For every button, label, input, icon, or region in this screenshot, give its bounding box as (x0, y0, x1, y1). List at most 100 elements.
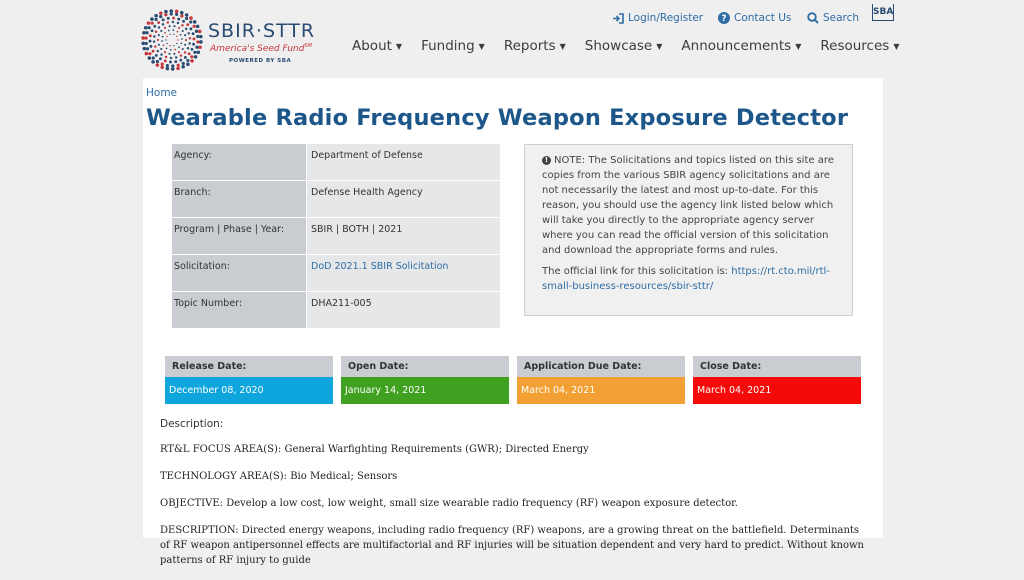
logo-tagline: America's Seed FundSM (210, 43, 312, 54)
logo-dot (193, 55, 198, 59)
sbir-sttr-logo[interactable]: SBIR·STTR America's Seed FundSM POWERED … (140, 9, 330, 71)
logo-dot (176, 63, 180, 67)
logo-dot (197, 29, 202, 34)
logo-dot (141, 36, 145, 40)
logo-dot (192, 20, 197, 24)
info-value: SBIR | BOTH | 2021 (306, 218, 500, 254)
logo-dot (147, 56, 152, 60)
logo-dot (184, 43, 187, 46)
logo-dot (169, 9, 174, 13)
logo-dot (145, 47, 150, 51)
solicitation-link[interactable]: DoD 2021.1 SBIR Solicitation (306, 255, 500, 291)
search-icon (807, 12, 819, 24)
logo-dot (156, 38, 160, 42)
info-row-program: Program | Phase | Year: SBIR | BOTH | 20… (172, 218, 500, 255)
logo-dot (166, 35, 168, 38)
logo-dot (183, 56, 187, 59)
question-circle-icon: ? (718, 12, 730, 24)
logo-dot (194, 29, 199, 33)
logo-dot (166, 16, 170, 20)
logo-dot (144, 41, 148, 46)
nav-funding[interactable]: Funding ▼ (421, 38, 485, 54)
logo-dot (181, 38, 183, 40)
logo-dot (157, 34, 160, 37)
logo-dot (173, 33, 175, 35)
logo-dot (155, 59, 159, 64)
caret-down-icon: ▼ (478, 41, 485, 51)
logo-dot (154, 30, 158, 33)
logo-dot (151, 49, 155, 53)
logo-dot (184, 27, 188, 31)
logo-dot (144, 36, 148, 40)
dates-row: Release Date: December 08, 2020 Open Dat… (165, 356, 861, 404)
logo-dot (198, 45, 202, 50)
nav-reports[interactable]: Reports ▼ (504, 38, 566, 54)
release-date: Release Date: December 08, 2020 (165, 356, 333, 404)
logo-dot (159, 14, 163, 19)
logo-dot (150, 21, 154, 25)
breadcrumb-home[interactable]: Home (146, 87, 177, 99)
logo-dot (184, 38, 188, 42)
login-register-link[interactable]: Login/Register (612, 12, 703, 24)
nav-about[interactable]: About ▼ (352, 38, 402, 54)
logo-dot (167, 29, 170, 32)
search-link[interactable]: Search (807, 12, 859, 24)
logo-dot (182, 19, 185, 23)
application-due-date: Application Due Date: March 04, 2021 (517, 356, 685, 404)
logo-dot (157, 43, 160, 46)
logo-dot (174, 9, 179, 14)
info-value: Defense Health Agency (306, 181, 500, 217)
date-label: Release Date: (165, 356, 333, 377)
date-label: Application Due Date: (517, 356, 685, 377)
logo-dot (181, 29, 184, 33)
logo-dot (199, 34, 203, 39)
logo-dot (173, 25, 176, 28)
logo-dot (165, 63, 169, 68)
logo-dot (162, 44, 165, 47)
logo-dot (157, 21, 161, 24)
caret-down-icon: ▼ (656, 41, 663, 51)
nav-showcase[interactable]: Showcase ▼ (585, 38, 663, 54)
date-value: March 04, 2021 (517, 377, 685, 404)
solicitation-info-table: Agency: Department of Defense Branch: De… (172, 144, 500, 329)
logo-dot (184, 34, 187, 37)
logo-dot (176, 66, 180, 71)
date-label: Open Date: (341, 356, 509, 377)
logo-dot (174, 56, 178, 59)
login-register-label: Login/Register (628, 12, 704, 24)
info-row-topic-number: Topic Number: DHA211-005 (172, 292, 500, 329)
logo-dot (188, 42, 191, 45)
logo-dot (181, 47, 184, 51)
main-nav: About ▼ Funding ▼ Reports ▼ Showcase ▼ Annou… (352, 38, 918, 54)
logo-dot (173, 52, 176, 55)
logo-dot (179, 58, 183, 62)
logo-dot (188, 37, 192, 40)
logo-dot (177, 51, 181, 54)
sba-badge[interactable]: SBA (872, 4, 894, 21)
contact-us-link[interactable]: ? Contact Us (718, 12, 791, 24)
logo-dot (181, 64, 185, 69)
contact-us-label: Contact Us (734, 12, 792, 24)
logo-dot (160, 53, 163, 56)
logo-dot (171, 64, 175, 68)
logo-dot (148, 52, 152, 56)
logo-dot (174, 48, 177, 51)
description-paragraph: DESCRIPTION: Directed energy weapons, in… (160, 525, 864, 566)
nav-announcements[interactable]: Announcements ▼ (681, 38, 801, 54)
logo-dot (171, 20, 175, 24)
logo-dot (189, 20, 193, 24)
logo-dot (165, 66, 170, 71)
logo-dot (174, 60, 178, 64)
logo-dot (163, 26, 167, 29)
logo-dot (176, 42, 178, 45)
logo-dot (150, 17, 154, 21)
nav-resources[interactable]: Resources ▼ (820, 38, 899, 54)
logo-dot (179, 54, 183, 57)
date-label: Close Date: (693, 356, 861, 377)
logo-dot (164, 31, 166, 34)
page: SBIR·STTR America's Seed FundSM POWERED … (0, 0, 1024, 566)
logo-dot (187, 32, 190, 35)
description-paragraph: TECHNOLOGY AREA(S): Bio Medical; Sensors (160, 471, 398, 482)
logo-dot (185, 16, 189, 21)
logo-dot (151, 60, 155, 64)
